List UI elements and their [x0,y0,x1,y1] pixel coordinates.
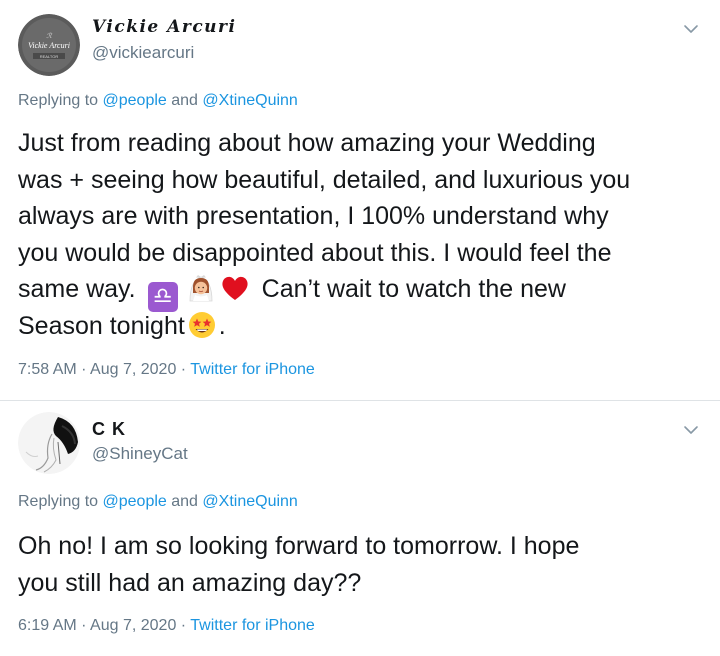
tweet-date[interactable]: Aug 7, 2020 [90,617,176,634]
star-struck-icon [188,311,215,338]
text-line: always are with presentation, I 100% und… [18,202,609,230]
red-heart-icon [222,276,248,300]
user-handle[interactable]: @vickiearcuri [92,43,194,63]
replying-to: Replying to @people and @XtineQuinn [18,493,298,511]
meta-separator: · [81,361,91,378]
text-line-emoji: Season tonight . [18,308,708,345]
text-segment: Can’t wait to watch the new [261,275,566,303]
tweet-text: Just from reading about how amazing your… [18,125,708,344]
tweet[interactable]: ℛ Vickie Arcuri REALTOR Vickie Arcuri @v… [0,0,720,400]
replying-and: and [171,92,198,109]
text-line: Oh no! I am so looking forward to tomorr… [18,532,580,560]
user-handle[interactable]: @ShineyCat [92,444,188,464]
tweet-source-link[interactable]: Twitter for iPhone [190,617,315,634]
meta-separator: · [81,617,91,634]
tweet[interactable]: C K @ShineyCat Replying to @people and @… [0,401,720,656]
tweet-date[interactable]: Aug 7, 2020 [90,361,176,378]
text-segment: Season tonight [18,311,185,340]
chevron-down-icon[interactable] [682,421,700,439]
replying-label: Replying to [18,493,99,510]
mention-link[interactable]: @XtineQuinn [202,92,297,109]
replying-label: Replying to [18,92,99,109]
avatar[interactable] [18,412,80,474]
tweet-meta: 7:58 AM · Aug 7, 2020 · Twitter for iPho… [18,361,315,379]
text-segment: . [218,311,226,340]
replying-to: Replying to @people and @XtineQuinn [18,92,298,110]
mention-link[interactable]: @people [103,92,167,109]
svg-text:ℛ: ℛ [46,32,52,40]
tweet-text: Oh no! I am so looking forward to tomorr… [18,528,708,601]
mention-link[interactable]: @people [103,493,167,510]
text-line-emoji: same way. ♎ Can’t wait to watch the new [18,271,708,312]
avatar-brand-text: Vickie Arcuri [28,41,70,50]
meta-separator: · [180,361,191,378]
mention-link[interactable]: @XtineQuinn [202,493,297,510]
text-line: you would be disappointed about this. I … [18,238,612,267]
avatar-sub-text: REALTOR [40,54,59,59]
text-line: you still had an amazing day?? [18,568,362,597]
text-line: was + seeing how beautiful, detailed, an… [18,165,631,194]
display-name[interactable]: C K [92,419,126,440]
chevron-down-icon[interactable] [682,20,700,38]
replying-and: and [171,493,198,510]
tweet-meta: 6:19 AM · Aug 7, 2020 · Twitter for iPho… [18,617,315,635]
tweet-source-link[interactable]: Twitter for iPhone [190,361,315,378]
tweet-time[interactable]: 6:19 AM [18,617,77,634]
meta-separator: · [180,617,191,634]
woman-with-veil-icon [189,275,213,302]
display-name[interactable]: Vickie Arcuri [92,17,236,37]
text-line: Just from reading about how amazing your… [18,129,596,157]
tweet-feed: ℛ Vickie Arcuri REALTOR Vickie Arcuri @v… [0,0,720,656]
text-segment: same way. [18,275,136,303]
tweet-time[interactable]: 7:58 AM [18,361,77,378]
avatar[interactable]: ℛ Vickie Arcuri REALTOR [18,14,80,76]
